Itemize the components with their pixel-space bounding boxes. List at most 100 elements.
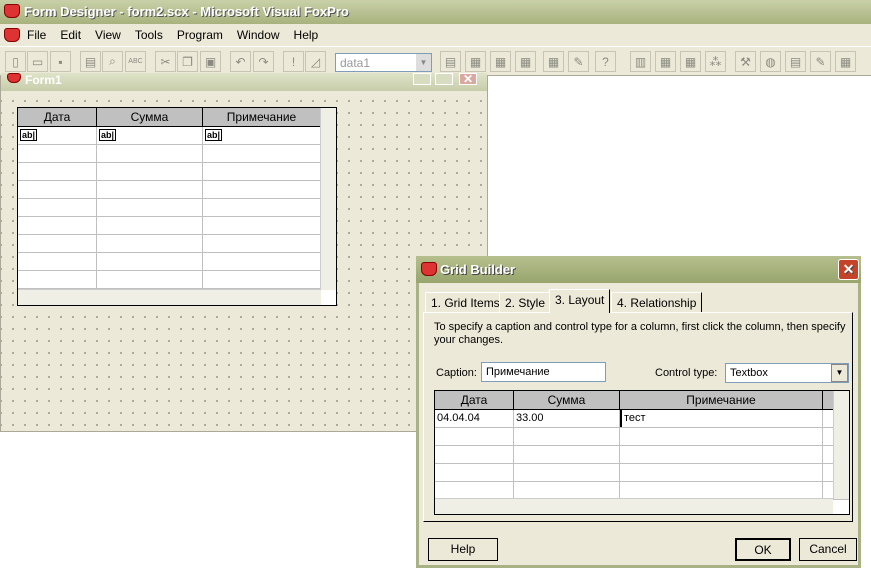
column-header-date[interactable]: Дата — [18, 108, 97, 126]
table-row[interactable] — [18, 181, 336, 199]
menu-tools[interactable]: Tools — [128, 28, 170, 42]
form-control-icon[interactable]: ▤ — [440, 51, 461, 72]
table-row[interactable] — [18, 145, 336, 163]
maximize-button[interactable] — [435, 73, 453, 85]
cut-icon[interactable]: ✂ — [155, 51, 176, 72]
column-header-sum[interactable]: Сумма — [97, 108, 203, 126]
table-cell[interactable]: ab| — [18, 127, 97, 144]
table-row[interactable] — [435, 464, 849, 482]
table-cell[interactable] — [620, 482, 823, 499]
table-cell[interactable] — [18, 271, 97, 288]
table-cell[interactable] — [514, 446, 620, 463]
table-cell[interactable] — [97, 199, 203, 216]
table-row[interactable]: 04.04.04 33.00 тест — [435, 410, 849, 428]
menu-edit[interactable]: Edit — [53, 28, 88, 42]
autoformat-icon[interactable]: ✎ — [568, 51, 589, 72]
table-cell[interactable] — [203, 199, 321, 216]
table-cell[interactable] — [514, 428, 620, 445]
table-cell[interactable]: 04.04.04 — [435, 410, 514, 427]
save-icon[interactable]: ▪ — [50, 51, 71, 72]
code-window-icon[interactable]: ▦ — [465, 51, 486, 72]
preview-grid[interactable]: Дата Сумма Примечание 04.04.04 33.00 тест — [434, 390, 850, 515]
caption-input[interactable]: Примечание — [481, 362, 606, 382]
menu-help[interactable]: Help — [287, 28, 326, 42]
chevron-down-icon[interactable]: ▼ — [831, 364, 848, 382]
color-palette-icon[interactable]: ▦ — [680, 51, 701, 72]
control-type-select[interactable]: Textbox ▼ — [725, 363, 849, 383]
table-cell[interactable] — [203, 235, 321, 252]
table-row[interactable] — [18, 271, 336, 289]
run-icon[interactable]: ! — [283, 51, 304, 72]
copy-icon[interactable]: ❐ — [177, 51, 198, 72]
table-row[interactable] — [18, 163, 336, 181]
properties-icon[interactable]: ▦ — [515, 51, 536, 72]
table-cell[interactable] — [620, 446, 823, 463]
cancel-button[interactable]: Cancel — [799, 538, 857, 561]
tools-icon[interactable]: ⚒ — [735, 51, 756, 72]
table-cell[interactable] — [514, 464, 620, 481]
close-button[interactable]: ✕ — [459, 73, 477, 85]
paste-icon[interactable]: ▣ — [200, 51, 221, 72]
table-cell[interactable] — [435, 446, 514, 463]
table-cell[interactable] — [18, 199, 97, 216]
table-cell[interactable] — [514, 482, 620, 499]
column-header-date[interactable]: Дата — [435, 391, 514, 409]
column-header-sum[interactable]: Сумма — [514, 391, 620, 409]
table-cell[interactable]: ab| — [97, 127, 203, 144]
help-button[interactable]: Help — [428, 538, 498, 561]
tab-relationship[interactable]: 4. Relationship — [611, 292, 703, 312]
table-cell[interactable] — [203, 163, 321, 180]
layout-icon[interactable]: ▥ — [630, 51, 651, 72]
builder-icon[interactable]: ▦ — [835, 51, 856, 72]
modify-form-icon[interactable]: ◿ — [305, 51, 326, 72]
wizard-icon[interactable]: ✎ — [810, 51, 831, 72]
table-row[interactable] — [18, 253, 336, 271]
table-cell[interactable] — [18, 217, 97, 234]
table-cell[interactable] — [435, 482, 514, 499]
table-row[interactable] — [435, 446, 849, 464]
undo-icon[interactable]: ↶ — [230, 51, 251, 72]
table-cell[interactable] — [18, 181, 97, 198]
menu-window[interactable]: Window — [230, 28, 287, 42]
globe-icon[interactable]: ◍ — [760, 51, 781, 72]
table-cell[interactable] — [203, 181, 321, 198]
table-cell[interactable] — [18, 253, 97, 270]
foxpro-menu-icon[interactable] — [4, 28, 20, 42]
horizontal-scrollbar[interactable] — [18, 289, 321, 305]
tab-grid-items[interactable]: 1. Grid Items — [425, 292, 506, 312]
horizontal-scrollbar[interactable] — [435, 498, 833, 514]
ok-button[interactable]: OK — [735, 538, 791, 561]
form-grid[interactable]: Дата Сумма Примечание ab| ab| ab| — [17, 107, 337, 306]
data-environment-icon[interactable]: ▦ — [490, 51, 511, 72]
table-cell[interactable] — [203, 271, 321, 288]
tab-style[interactable]: 2. Style — [499, 292, 552, 312]
column-header-note[interactable]: Примечание — [620, 391, 823, 409]
vertical-scrollbar[interactable] — [320, 108, 336, 290]
tab-layout[interactable]: 3. Layout — [549, 289, 611, 313]
chevron-down-icon[interactable]: ▼ — [416, 54, 431, 71]
table-cell[interactable] — [435, 464, 514, 481]
table-row[interactable]: ab| ab| ab| — [18, 127, 336, 145]
table-cell[interactable] — [97, 145, 203, 162]
table-cell[interactable] — [97, 235, 203, 252]
open-icon[interactable]: ▭ — [27, 51, 48, 72]
new-icon[interactable]: ▯ — [5, 51, 26, 72]
table-cell[interactable] — [18, 145, 97, 162]
dialog-close-button[interactable]: ✕ — [838, 259, 859, 280]
table-cell[interactable] — [97, 253, 203, 270]
table-cell[interactable] — [97, 181, 203, 198]
redo-icon[interactable]: ↷ — [253, 51, 274, 72]
table-row[interactable] — [435, 428, 849, 446]
help-icon[interactable]: ? — [595, 51, 616, 72]
table-cell[interactable]: ab| — [203, 127, 321, 144]
spelling-icon[interactable]: ABC — [125, 51, 146, 72]
column-header-note[interactable]: Примечание — [203, 108, 321, 126]
menu-view[interactable]: View — [88, 28, 128, 42]
vertical-scrollbar[interactable] — [833, 391, 849, 499]
form-controls-toolbar-icon[interactable]: ▦ — [655, 51, 676, 72]
table-cell[interactable] — [97, 271, 203, 288]
table-cell[interactable] — [435, 428, 514, 445]
report-icon[interactable]: ▤ — [785, 51, 806, 72]
table-cell[interactable] — [97, 217, 203, 234]
menu-program[interactable]: Program — [170, 28, 230, 42]
